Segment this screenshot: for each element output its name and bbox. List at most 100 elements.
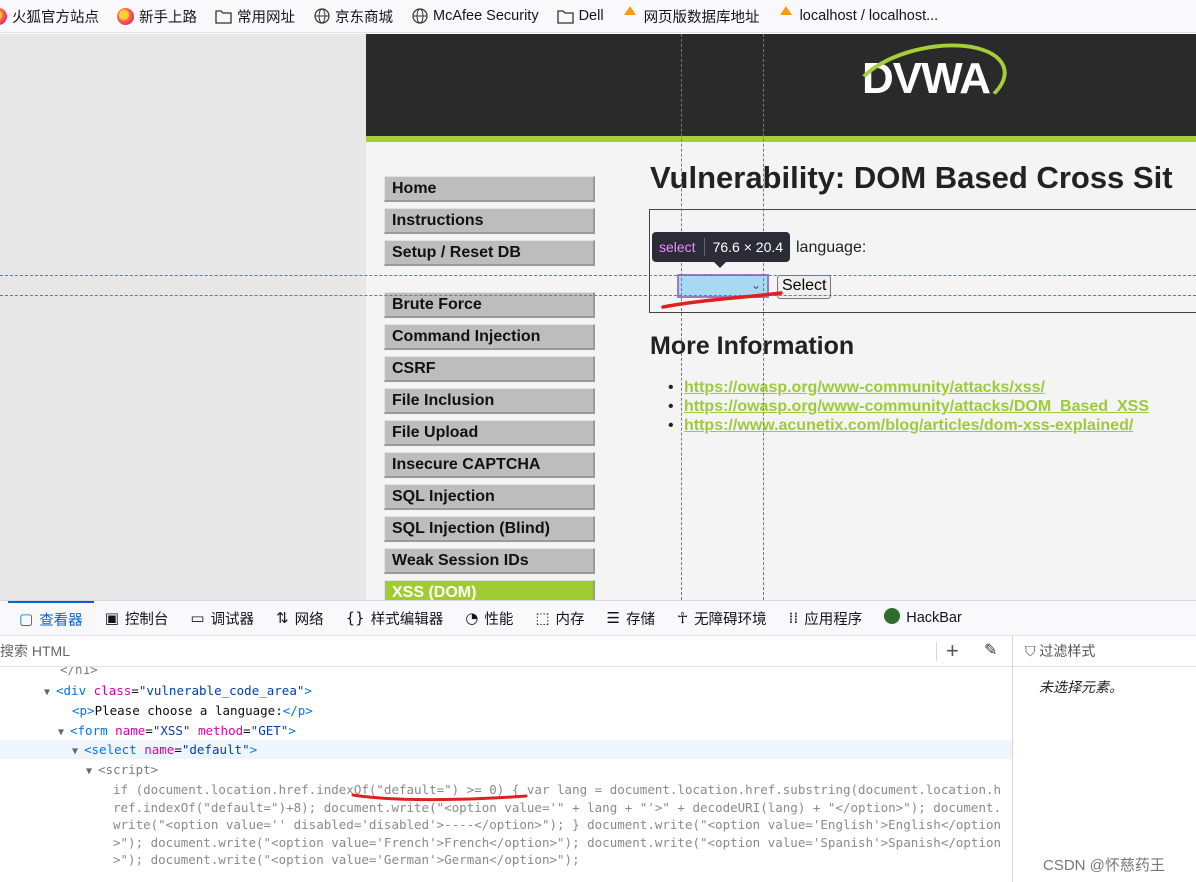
folder-icon [215, 8, 232, 25]
tab-label: 无障碍环境 [694, 611, 767, 628]
red-annotation-stroke [661, 291, 783, 309]
watermark: CSDN @怀慈药王 [1043, 857, 1165, 874]
filter-styles-label: 过滤样式 [1039, 643, 1096, 659]
tab-debugger[interactable]: ▭ 调试器 [179, 601, 265, 635]
choose-language-label: language: [796, 239, 867, 256]
tab-label: 控制台 [124, 611, 169, 628]
filter-styles-input[interactable]: ⛉ 过滤样式 [1013, 636, 1196, 667]
html-search-bar: 搜索 HTML + ✎ [0, 636, 1012, 667]
firefox-icon [0, 7, 7, 25]
folder-icon [556, 8, 574, 25]
tab-inspector[interactable]: ▢ 查看器 [8, 601, 94, 635]
bookmark-label: Dell [578, 8, 604, 24]
eyedropper-icon[interactable]: ✎ [984, 636, 997, 666]
list-item: https://owasp.org/www-community/attacks/… [668, 378, 1149, 397]
bookmark-folder-common[interactable]: 常用网址 [215, 6, 295, 27]
tab-application[interactable]: ⁞⁞ 应用程序 [778, 601, 874, 635]
tab-console[interactable]: ▣ 控制台 [94, 601, 180, 635]
tree-line-div[interactable]: ▼ <div class="vulnerable_code_area"> [0, 681, 1012, 700]
tooltip-divider [703, 238, 705, 256]
tab-accessibility[interactable]: ☥ 无障碍环境 [666, 601, 778, 635]
link-acunetix[interactable]: https://www.acunetix.com/blog/articles/d… [684, 417, 1133, 434]
devtools-tabbar: ▢ 查看器 ▣ 控制台 ▭ 调试器 ⇅ 网络 {} 样式编辑器 ◔ 性能 ⬚ 内… [0, 600, 1196, 636]
inspector-guide-right [763, 34, 764, 600]
menu-item-instructions[interactable]: Instructions [384, 208, 595, 234]
attr-value: "vulnerable_code_area" [138, 683, 305, 698]
attr-value: "default" [181, 742, 250, 757]
list-item: https://owasp.org/www-community/attacks/… [668, 397, 1149, 416]
memory-icon: ⬚ [535, 609, 550, 627]
menu-item-file-inclusion[interactable]: File Inclusion [384, 388, 595, 414]
tag-name: form [77, 723, 108, 738]
tab-label: 应用程序 [804, 611, 863, 628]
tab-hackbar[interactable]: HackBar [873, 601, 973, 635]
tab-label: 调试器 [210, 611, 255, 628]
accessibility-icon: ☥ [676, 609, 689, 627]
menu-item-setup[interactable]: Setup / Reset DB [384, 240, 595, 266]
firefox-icon [117, 7, 134, 25]
menu-item-file-upload[interactable]: File Upload [384, 420, 595, 446]
bookmark-folder-dell[interactable]: Dell [556, 8, 604, 25]
red-underline-annotation [351, 793, 528, 802]
bookmark-localhost[interactable]: localhost / localhost... [778, 5, 938, 25]
tab-label: 网络 [294, 611, 324, 628]
style-editor-icon: {} [345, 609, 365, 627]
globe-icon [411, 8, 428, 25]
bookmark-db-web[interactable]: 网页版数据库地址 [622, 5, 760, 27]
bookmarks-toolbar: 火狐官方站点 新手上路 常用网址 京东商城 McAfee Security De… [0, 0, 1196, 33]
expand-triangle-icon[interactable]: ▼ [72, 742, 84, 761]
bookmark-getting-started[interactable]: 新手上路 [117, 6, 197, 27]
script-source: if (document.location.href.indexOf("defa… [113, 782, 1002, 867]
dvwa-header: DVWA [366, 34, 1196, 142]
page-title: Vulnerability: DOM Based Cross Sit [650, 160, 1173, 195]
tree-line-form[interactable]: ▼ <form name="XSS" method="GET"> [0, 721, 1012, 740]
menu-item-command-injection[interactable]: Command Injection [384, 324, 595, 350]
menu-item-home[interactable]: Home [384, 176, 595, 202]
tab-label: HackBar [906, 610, 962, 626]
page-viewport: DVWA Home Instructions Setup / Reset DB … [0, 34, 1196, 600]
logo-swoosh [843, 34, 1015, 140]
bookmark-jd[interactable]: 京东商城 [313, 6, 393, 27]
menu-item-csrf[interactable]: CSRF [384, 356, 595, 382]
inspector-guide-bottom [0, 295, 1196, 296]
tab-performance[interactable]: ◔ 性能 [454, 601, 524, 635]
attr-name: method [197, 723, 244, 738]
attr-name: class [93, 683, 132, 698]
link-owasp-dom-xss[interactable]: https://owasp.org/www-community/attacks/… [684, 398, 1149, 415]
more-info-links: https://owasp.org/www-community/attacks/… [668, 378, 1149, 435]
dvwa-logo: DVWA [843, 34, 1015, 140]
menu-item-insecure-captcha[interactable]: Insecure CAPTCHA [384, 452, 595, 478]
tag-name: <script> [98, 762, 159, 777]
bookmark-label: 火狐官方站点 [12, 9, 99, 26]
bookmark-firefox-site[interactable]: 火狐官方站点 [0, 6, 99, 27]
menu-item-sql-injection-blind[interactable]: SQL Injection (Blind) [384, 516, 595, 542]
tab-label: 样式编辑器 [370, 611, 444, 628]
tree-line-h1-close[interactable]: </h1> [0, 667, 1012, 679]
menu-item-sql-injection[interactable]: SQL Injection [384, 484, 595, 510]
tab-storage[interactable]: ☰ 存储 [596, 601, 666, 635]
expand-triangle-icon[interactable]: ▼ [86, 762, 98, 781]
toolbar-divider [936, 642, 937, 661]
tree-line-select[interactable]: ▼ <select name="default"> [0, 740, 1012, 759]
add-node-icon[interactable]: + [946, 636, 959, 666]
phpmyadmin-icon [778, 5, 795, 25]
menu-item-weak-session-ids[interactable]: Weak Session IDs [384, 548, 595, 574]
expand-triangle-icon[interactable]: ▼ [44, 683, 56, 702]
tree-line-p[interactable]: <p>Please choose a language:</p> [0, 701, 1012, 720]
tab-network[interactable]: ⇅ 网络 [265, 601, 335, 635]
attr-value: "XSS" [152, 723, 191, 738]
list-item: https://www.acunetix.com/blog/articles/d… [668, 416, 1149, 435]
bookmark-mcafee[interactable]: McAfee Security [411, 8, 539, 25]
debugger-icon: ▭ [190, 609, 205, 627]
search-html-input[interactable]: 搜索 HTML [0, 643, 70, 659]
tree-line-script[interactable]: ▼ <script> [0, 760, 1012, 779]
tab-label: 查看器 [39, 612, 83, 629]
link-owasp-xss[interactable]: https://owasp.org/www-community/attacks/… [684, 379, 1045, 396]
menu-item-xss-dom[interactable]: XSS (DOM) [384, 580, 595, 600]
tab-memory[interactable]: ⬚ 内存 [524, 601, 595, 635]
tab-style-editor[interactable]: {} 样式编辑器 [335, 601, 455, 635]
html-tree: </h1> ▼ <div class="vulnerable_code_area"… [0, 667, 1012, 882]
bookmark-label: 京东商城 [335, 9, 393, 26]
tag-text: </h1> [60, 667, 98, 677]
phpmyadmin-icon [622, 5, 639, 25]
